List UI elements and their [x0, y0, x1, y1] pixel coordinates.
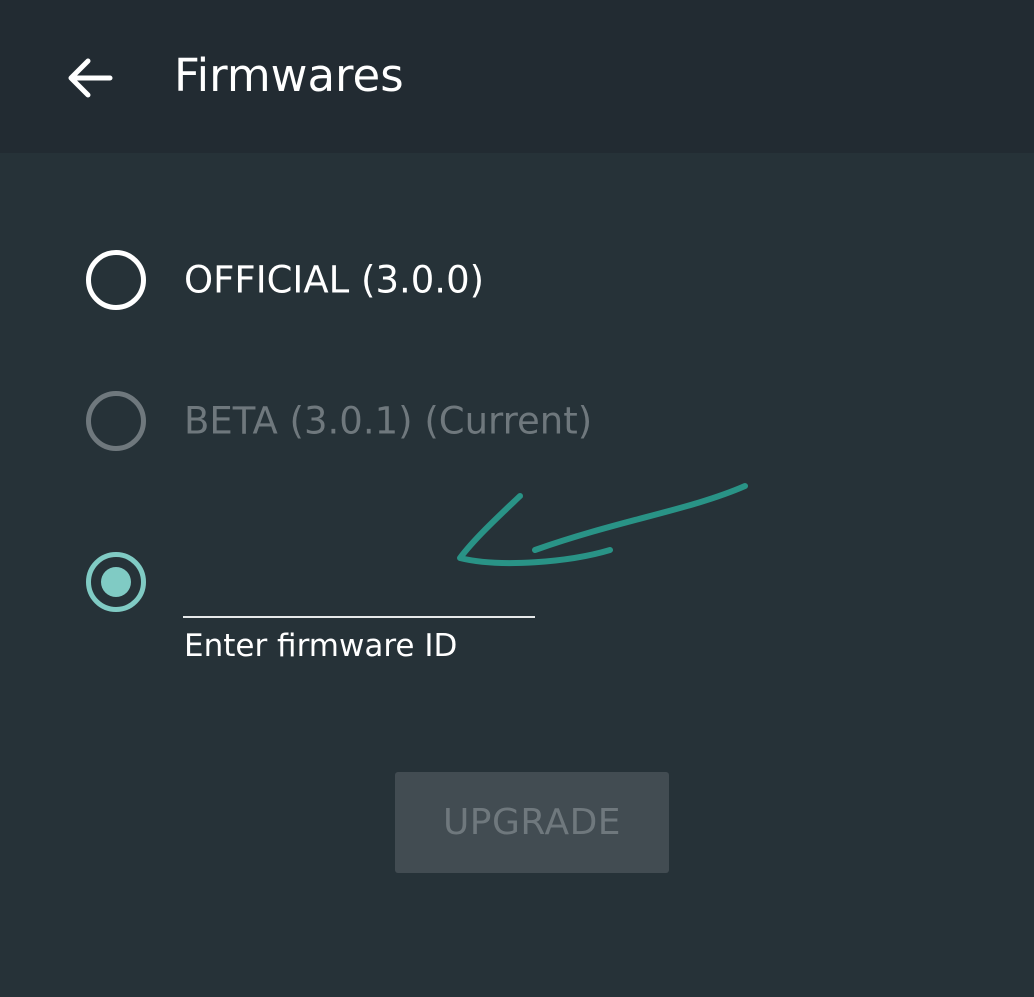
radio-label-beta: BETA (3.0.1) (Current) — [184, 399, 593, 443]
back-button[interactable] — [56, 44, 124, 112]
firmware-id-hint: Enter firmware ID — [184, 628, 458, 664]
upgrade-button[interactable]: UPGRADE — [395, 772, 669, 873]
radio-option-custom[interactable] — [86, 552, 146, 612]
page-title: Firmwares — [174, 49, 404, 102]
radio-button-custom[interactable] — [86, 552, 146, 612]
radio-option-official[interactable]: OFFICIAL (3.0.0) — [86, 250, 484, 310]
radio-button-official[interactable] — [86, 250, 146, 310]
arrow-left-icon — [68, 58, 113, 98]
firmware-id-input[interactable] — [183, 560, 535, 618]
radio-label-official: OFFICIAL (3.0.0) — [184, 258, 485, 302]
radio-option-beta: BETA (3.0.1) (Current) — [86, 391, 592, 451]
radio-button-beta — [86, 391, 146, 451]
app-bar: Firmwares — [0, 0, 1034, 153]
